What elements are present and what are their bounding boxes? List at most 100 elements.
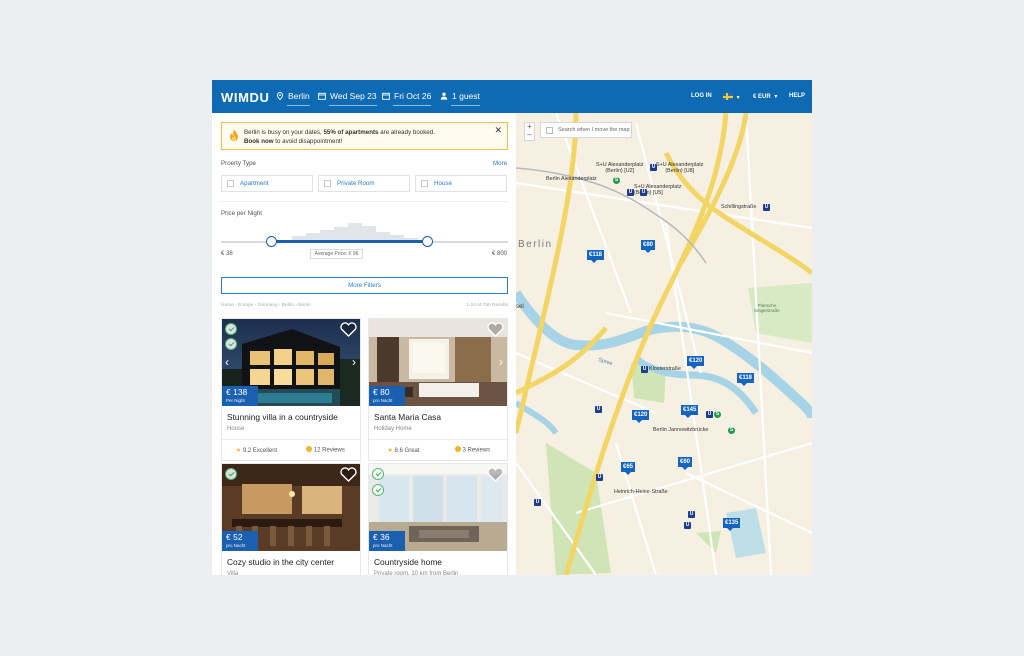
app-window: WIMDU Berlin Wed Sep 23 Fri Oct 26 1 gue…	[212, 80, 812, 575]
ubahn-station-icon: U	[595, 406, 602, 413]
zoom-out-button[interactable]: –	[525, 131, 534, 139]
station-label-alex-s: Berlin Alexanderplatz	[546, 176, 597, 182]
property-type-more-link[interactable]: More	[493, 160, 507, 167]
sweden-flag-icon	[723, 93, 733, 100]
guests-text: 1 guest	[452, 91, 480, 101]
calendar-icon	[382, 92, 390, 100]
listing-card[interactable]: € 52 pro Nacht Cozy studio in the city c…	[221, 463, 361, 575]
listing-title[interactable]: Countryside home	[374, 557, 507, 567]
price-slider-max-handle[interactable]	[422, 236, 433, 247]
listing-photo[interactable]: € 52 pro Nacht	[222, 464, 360, 551]
histogram-bar	[348, 223, 362, 241]
currency-selector[interactable]: € EUR ▾	[753, 93, 777, 100]
map-price-pin[interactable]: €120	[632, 410, 650, 423]
checkin-underline	[329, 105, 377, 106]
location-pin-icon	[276, 92, 284, 100]
calendar-icon	[318, 92, 326, 100]
map-view[interactable]: + – Search when I move the map Berlin se…	[516, 113, 812, 575]
favorite-heart-icon[interactable]	[487, 322, 504, 337]
favorite-heart-icon[interactable]	[340, 322, 357, 337]
breadcrumb[interactable]: Home › Europe › Germany › Berlin › Berli…	[221, 303, 311, 308]
map-price-pin[interactable]: €135	[723, 518, 741, 531]
location-underline	[287, 105, 310, 106]
listing-card[interactable]: ‹ › € 138 Per Night Stunning villa in a …	[221, 318, 361, 461]
ubahn-station-icon: U	[627, 189, 634, 196]
map-price-pin[interactable]: €65	[621, 462, 636, 475]
listing-card[interactable]: › € 80 pro Nacht Santa Maria Casa Holida…	[368, 318, 508, 461]
price-unit: pro Nacht	[373, 398, 393, 403]
search-when-move-toggle[interactable]: Search when I move the map	[540, 122, 632, 138]
help-link[interactable]: HELP	[789, 93, 805, 99]
station-label-schilling: Schillingstraße	[721, 204, 757, 210]
property-type-apartment[interactable]: Apartment	[221, 175, 313, 192]
person-icon	[440, 92, 448, 100]
map-price-pin[interactable]: €60	[678, 457, 693, 470]
ubahn-station-icon: U	[534, 499, 541, 506]
wimdu-logo[interactable]: WIMDU	[221, 90, 270, 105]
listing-title[interactable]: Cozy studio in the city center	[227, 557, 360, 567]
reviews[interactable]: 12 Reviews	[291, 446, 360, 454]
price-value: € 36	[373, 532, 390, 542]
station-label-kloster: Klosterstraße	[649, 366, 682, 372]
price-value: € 52	[226, 532, 243, 542]
apartment-checkbox[interactable]	[227, 180, 234, 187]
reviews-text: 12 Reviews	[313, 447, 345, 454]
next-photo-arrow-icon[interactable]: ›	[499, 355, 503, 369]
map-price-pin[interactable]: €118	[587, 250, 605, 263]
histogram-bar	[362, 226, 376, 241]
reviews[interactable]: 3 Reviews	[438, 446, 507, 454]
favorite-heart-icon[interactable]	[487, 467, 504, 482]
price-histogram	[292, 223, 432, 241]
ubahn-station-icon: U	[684, 522, 691, 529]
map-price-pin[interactable]: €80	[641, 240, 656, 253]
checkin-date-selector[interactable]: Wed Sep 23	[318, 91, 377, 106]
language-selector[interactable]: ▾	[723, 93, 740, 101]
listing-card[interactable]: € 36 pro Nacht Countryside home Private …	[368, 463, 508, 575]
listing-photo[interactable]: ‹ › € 138 Per Night	[222, 319, 360, 406]
filter-divider	[221, 201, 508, 202]
listing-photo[interactable]: € 36 pro Nacht	[369, 464, 507, 551]
price-unit: pro Nacht	[373, 543, 393, 548]
listing-type: Villa	[227, 571, 239, 575]
price-slider-min-handle[interactable]	[266, 236, 277, 247]
busy-alert: Berlin is busy on your dates, 55% of apa…	[221, 122, 508, 150]
map-price-pin[interactable]: €118	[737, 373, 755, 386]
rating-text: 8.6 Great	[394, 447, 420, 454]
checkout-date-selector[interactable]: Fri Oct 26	[382, 91, 432, 106]
prev-photo-arrow-icon[interactable]: ‹	[225, 355, 229, 369]
listing-title[interactable]: Stunning villa in a countryside	[227, 412, 360, 422]
price-unit: Per Night	[226, 398, 245, 403]
station-label-alex-u2: S+U Alexanderplatz (Berlin) [U2]	[596, 162, 644, 174]
alert-text-1: Berlin is busy on your dates,	[244, 129, 324, 136]
favorite-heart-icon[interactable]	[340, 467, 357, 482]
listing-photo[interactable]: › € 80 pro Nacht	[369, 319, 507, 406]
listing-type: House	[227, 426, 245, 432]
more-filters-button[interactable]: More Filters	[221, 277, 508, 294]
listing-stats: ★ 9.2 Excellent 12 Reviews	[222, 440, 360, 460]
property-type-house[interactable]: House	[415, 175, 507, 192]
results-panel: Berlin is busy on your dates, 55% of apa…	[212, 113, 516, 575]
login-link[interactable]: LOG IN	[691, 93, 712, 99]
rating: ★ 9.2 Excellent	[222, 447, 291, 454]
map-price-pin[interactable]: €145	[681, 405, 699, 418]
alert-close-icon[interactable]: ✕	[494, 125, 502, 136]
property-type-label: Proerty Type	[221, 160, 256, 167]
apartment-label: Apartment	[240, 180, 269, 187]
private-room-label: Private Room	[337, 180, 375, 187]
currency-text: € EUR	[753, 94, 771, 100]
house-checkbox[interactable]	[421, 180, 428, 187]
private-room-checkbox[interactable]	[324, 180, 331, 187]
price-max-label: € 800	[492, 251, 508, 257]
next-photo-arrow-icon[interactable]: ›	[352, 355, 356, 369]
location-selector[interactable]: Berlin	[276, 91, 310, 106]
search-when-move-checkbox[interactable]	[546, 126, 553, 134]
map-price-pin[interactable]: €120	[687, 356, 705, 369]
average-price-label: Average Price: € 96	[310, 249, 363, 259]
price-tag: € 138 Per Night	[222, 386, 258, 406]
price-tag: € 52 pro Nacht	[222, 531, 258, 551]
ubahn-station-icon: U	[650, 164, 657, 171]
alert-text-3: to avoid disappointment!	[273, 138, 343, 145]
listing-title[interactable]: Santa Maria Casa	[374, 412, 507, 422]
guests-selector[interactable]: 1 guest	[440, 91, 480, 106]
property-type-private-room[interactable]: Private Room	[318, 175, 410, 192]
